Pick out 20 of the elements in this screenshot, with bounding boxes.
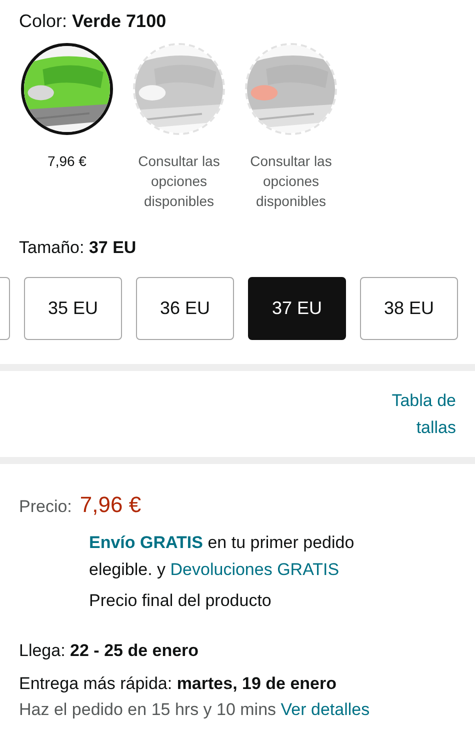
price-value: 7,96 €: [80, 490, 142, 518]
final-price-note: Precio final del producto: [89, 590, 272, 612]
arrival-date: Llega: 22 - 25 de enero: [19, 640, 200, 662]
free-returns-link[interactable]: Devoluciones GRATIS: [170, 560, 340, 578]
price-label: Precio:: [19, 496, 72, 518]
fastest-delivery: Entrega más rápida: martes, 19 de enero: [19, 673, 338, 695]
size-button[interactable]: 35 EU: [24, 276, 122, 340]
swatch-caption: Consultar las opciones disponibles: [137, 152, 221, 211]
size-button[interactable]: 37 EU: [248, 276, 346, 340]
color-label: Color: Verde 7100: [19, 10, 168, 33]
swatch-caption: Consultar las opciones disponibles: [249, 152, 333, 211]
shipping-note: Envío GRATIS en tu primer pedido elegible. y Devoluciones GRATIS: [89, 532, 356, 580]
size-button[interactable]: 38 EU: [360, 276, 458, 340]
size-chart-link[interactable]: Tabla de tallas: [376, 386, 456, 440]
size-button[interactable]: 36 EU: [136, 276, 234, 340]
details-link[interactable]: Ver detalles: [280, 700, 370, 718]
swatch-caption: 7,96 €: [48, 152, 86, 171]
order-deadline: Haz el pedido en 15 hrs y 10 mins Ver detalles: [19, 698, 371, 720]
free-shipping-link[interactable]: Envío GRATIS: [89, 532, 203, 552]
size-label: Tamaño: 37 EU: [19, 237, 138, 259]
